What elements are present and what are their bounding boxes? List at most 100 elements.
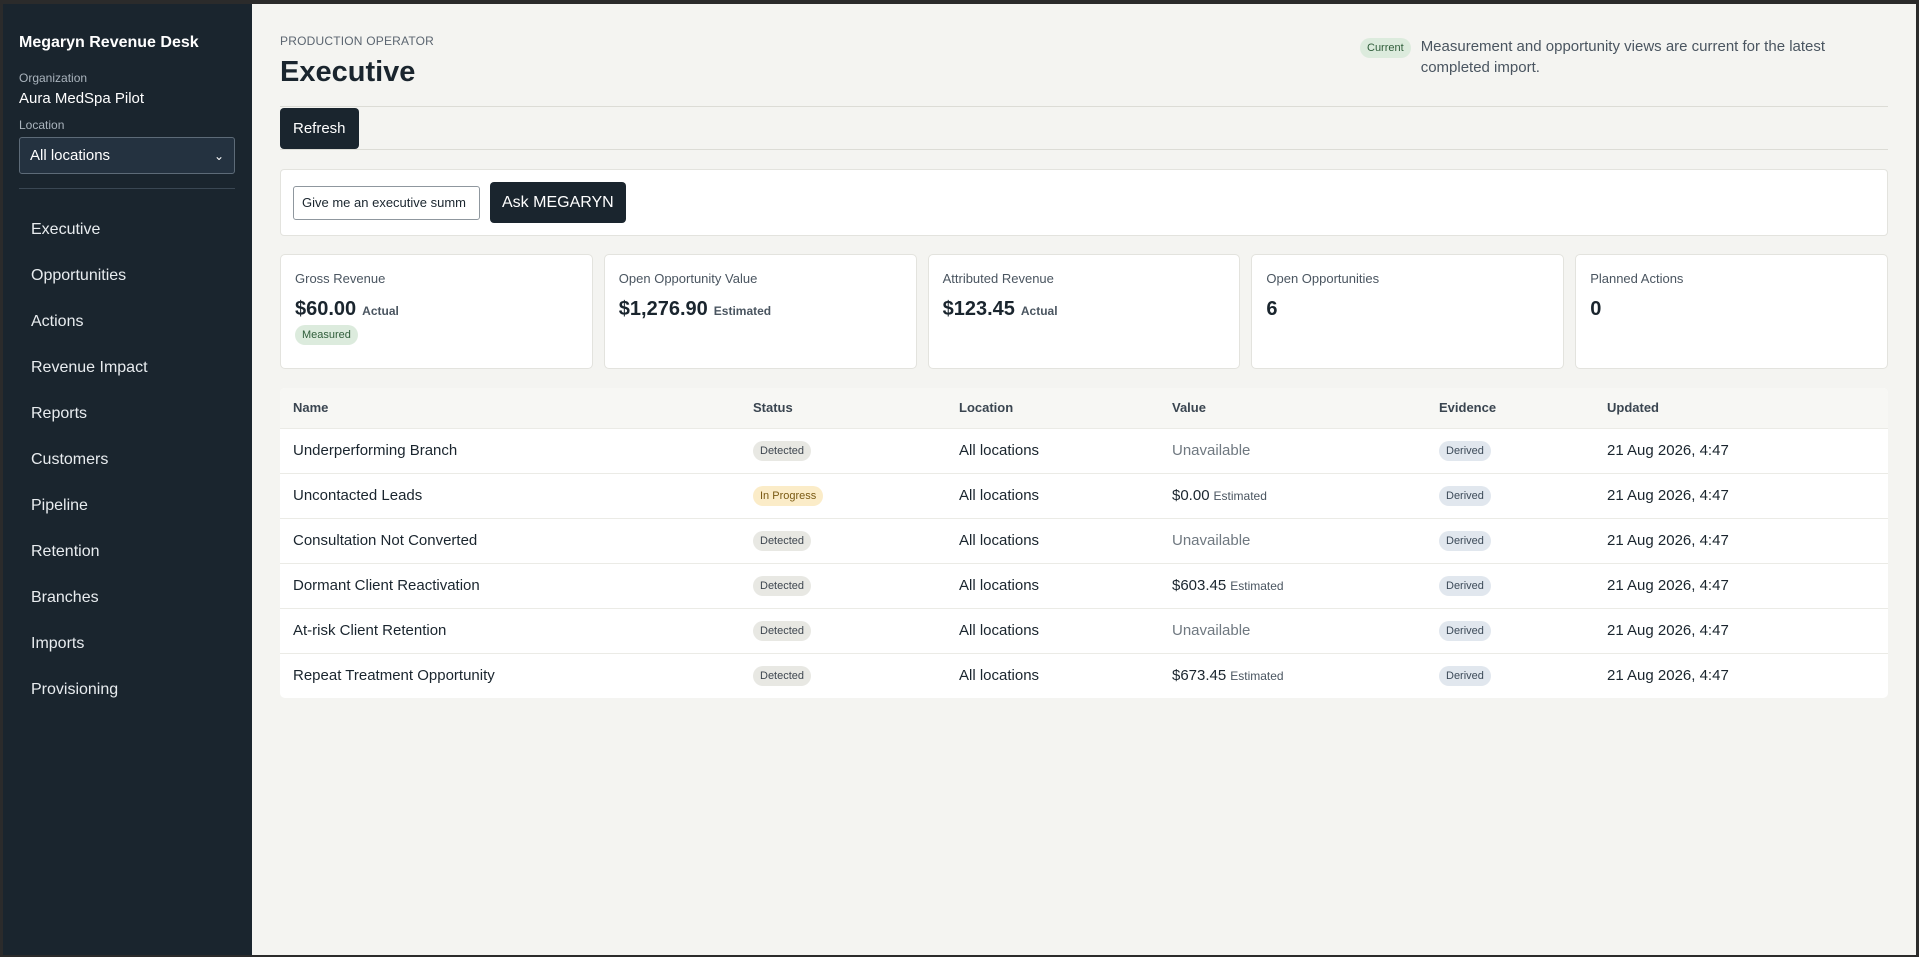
column-header-status[interactable]: Status [740,388,946,428]
nav-item-branches[interactable]: Branches [19,575,236,621]
kpi-qualifier: Actual [1020,304,1058,318]
kpi-label: Open Opportunity Value [618,271,758,286]
cell-value: Unavailable [1172,532,1251,549]
value-note: Estimated [1230,669,1284,684]
cell-name: Consultation Not Converted [280,517,740,563]
location-select-value: All locations [30,147,111,164]
column-header-location[interactable]: Location [946,388,1159,428]
app-window: Megaryn Revenue Desk Organization Aura M… [3,4,1916,955]
sidebar-nav: Executive Opportunities Actions Revenue … [19,207,236,713]
cell-value: $673.45 [1172,667,1227,685]
cell-updated: 21 Aug 2026, 4:47 [1594,562,1888,608]
cell-name: Underperforming Branch [280,427,740,473]
cell-name: Uncontacted Leads [280,472,740,518]
nav-item-provisioning[interactable]: Provisioning [19,667,236,713]
cell-location: All locations [946,517,1159,563]
kpi-label: Attributed Revenue [942,271,1054,286]
cell-name: At-risk Client Retention [280,607,740,653]
opportunities-table: Name Status Location Value Evidence Upda… [280,388,1888,698]
chevron-down-icon: ⌄ [213,148,224,163]
ask-panel: Give me an executive summ Ask MEGARYN [280,169,1888,236]
brand-title: Megaryn Revenue Desk [19,34,199,51]
nav-item-customers[interactable]: Customers [19,437,236,483]
cell-value: Unavailable [1172,442,1251,459]
table-row[interactable]: Consultation Not Converted Detected All … [280,517,1888,563]
cell-location: All locations [946,607,1159,653]
kpi-card-open-opportunity-value: Open Opportunity Value $1,276.90 Estimat… [603,254,917,369]
kpi-value: 6 [1266,298,1278,320]
cell-name: Dormant Client Reactivation [280,562,740,608]
toolbar: Refresh [280,106,1888,150]
cell-updated: 21 Aug 2026, 4:47 [1594,472,1888,518]
measured-badge: Measured [295,325,358,345]
nav-item-opportunities[interactable]: Opportunities [19,253,236,299]
kpi-label: Gross Revenue [295,271,386,286]
cell-value: Unavailable [1172,622,1251,639]
column-header-value[interactable]: Value [1159,388,1426,428]
cell-updated: 21 Aug 2026, 4:47 [1594,427,1888,473]
column-header-updated[interactable]: Updated [1594,388,1888,428]
location-label: Location [19,118,65,132]
table-row[interactable]: Uncontacted Leads In Progress All locati… [280,472,1888,518]
column-header-evidence[interactable]: Evidence [1426,388,1594,428]
cell-name: Repeat Treatment Opportunity [280,652,740,698]
sidebar: Megaryn Revenue Desk Organization Aura M… [3,4,252,955]
freshness-notice: Current Measurement and opportunity view… [1360,36,1892,78]
kpi-card-open-opportunities: Open Opportunities 6 [1251,254,1565,369]
column-header-name[interactable]: Name [280,388,740,428]
kpi-qualifier: Estimated [713,304,772,318]
status-badge: In Progress [753,485,824,506]
nav-item-actions[interactable]: Actions [19,299,236,345]
location-select[interactable]: All locations ⌄ [19,137,235,174]
cell-updated: 21 Aug 2026, 4:47 [1594,607,1888,653]
value-note: Estimated [1230,579,1284,593]
kpi-label: Planned Actions [1590,271,1684,286]
evidence-badge: Derived [1439,575,1491,596]
table-row[interactable]: Dormant Client Reactivation Detected All… [280,562,1888,608]
evidence-badge: Derived [1439,530,1491,551]
evidence-badge: Derived [1439,620,1491,641]
status-badge: Detected [753,440,812,461]
nav-item-retention[interactable]: Retention [19,529,236,575]
nav-item-pipeline[interactable]: Pipeline [19,483,236,529]
nav-item-reports[interactable]: Reports [19,391,236,437]
organization-name: Aura MedSpa Pilot [19,90,145,107]
status-badge: Detected [753,530,812,551]
cell-location: All locations [946,472,1159,518]
status-badge: Detected [753,620,812,641]
cell-value: $603.45 [1172,577,1227,594]
ask-input[interactable]: Give me an executive summ [293,185,480,220]
evidence-badge: Derived [1439,665,1491,686]
evidence-badge: Derived [1439,485,1491,506]
organization-label: Organization [19,71,88,85]
kpi-card-planned-actions: Planned Actions 0 [1575,254,1888,369]
freshness-badge: Current [1360,38,1411,58]
refresh-button[interactable]: Refresh [280,107,359,149]
status-badge: Detected [753,665,812,686]
kpi-value: $60.00 [295,298,357,320]
status-badge: Detected [753,575,812,596]
table-header-row: Name Status Location Value Evidence Upda… [280,388,1888,428]
table-row[interactable]: Underperforming Branch Detected All loca… [280,427,1888,473]
nav-item-imports[interactable]: Imports [19,621,236,667]
value-note: Estimated [1213,489,1267,503]
kpi-card-attributed-revenue: Attributed Revenue $123.45 Actual [927,254,1241,369]
nav-item-revenue-impact[interactable]: Revenue Impact [19,345,236,391]
cell-location: All locations [946,427,1159,473]
nav-item-executive[interactable]: Executive [19,207,236,253]
main-content: PRODUCTION OPERATOR Executive Current Me… [252,4,1916,955]
kpi-qualifier: Actual [362,304,399,318]
kpi-value: 0 [1590,298,1602,320]
table-row[interactable]: Repeat Treatment Opportunity Detected Al… [280,652,1888,698]
table-row[interactable]: At-risk Client Retention Detected All lo… [280,607,1888,653]
sidebar-divider [19,188,235,189]
kpi-cards: Gross Revenue $60.00 Actual Measured Ope… [280,254,1888,369]
kpi-value: $123.45 [942,298,1015,320]
kpi-card-gross-revenue: Gross Revenue $60.00 Actual Measured [280,254,593,369]
kpi-label: Open Opportunities [1266,271,1380,286]
ask-megaryn-button[interactable]: Ask MEGARYN [490,182,626,223]
cell-updated: 21 Aug 2026, 4:47 [1594,517,1888,563]
cell-value: $0.00 [1172,487,1210,504]
cell-location: All locations [946,562,1159,608]
evidence-badge: Derived [1439,440,1491,461]
